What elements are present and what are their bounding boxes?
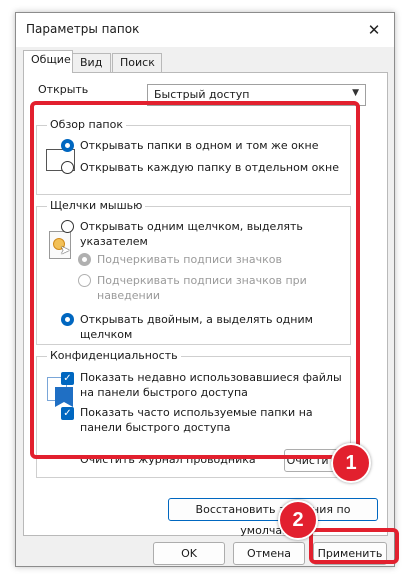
privacy-group: Конфиденциальность ✓ Показать недавно ис… — [36, 349, 351, 478]
option-separate-window[interactable]: Открывать каждую папку в отдельном окне — [61, 160, 342, 175]
ok-button[interactable]: OK — [153, 542, 225, 565]
radio-single-click[interactable] — [61, 220, 74, 233]
option-same-window-label: Открывать папки в одном и том же окне — [80, 139, 319, 152]
restore-defaults-button[interactable]: Восстановить значения по умолчанию — [168, 498, 378, 537]
radio-separate-window[interactable] — [61, 161, 74, 174]
option-recent-files-label: Показать недавно использовавшиеся файлы … — [80, 371, 342, 399]
option-frequent-folders[interactable]: ✓ Показать часто используемые папки на п… — [61, 405, 342, 435]
option-underline-hover[interactable]: Подчеркивать подписи значков при наведен… — [78, 273, 342, 303]
close-button[interactable]: ✕ — [354, 13, 394, 47]
option-underline-always[interactable]: Подчеркивать подписи значков — [78, 252, 342, 267]
option-underline-hover-label: Подчеркивать подписи значков при наведен… — [97, 274, 307, 302]
checkbox-recent-files[interactable]: ✓ — [61, 372, 74, 385]
title-bar: Параметры папок ✕ — [16, 13, 394, 47]
privacy-title: Конфиденциальность — [47, 349, 181, 362]
open-explorer-value: Быстрый доступ — [154, 88, 250, 101]
checkbox-frequent-folders[interactable]: ✓ — [61, 407, 74, 420]
browse-folders-title: Обзор папок — [47, 118, 126, 131]
chevron-down-icon: ▼ — [352, 88, 359, 98]
mouse-clicks-group: Щелчки мышью ➤ Открывать одним щелчком, … — [36, 199, 351, 345]
option-separate-window-label: Открывать каждую папку в отдельном окне — [80, 161, 339, 174]
tab-view[interactable]: Вид — [72, 53, 111, 72]
close-icon: ✕ — [367, 21, 381, 39]
step-badge-2: 2 — [278, 500, 318, 540]
option-recent-files[interactable]: ✓ Показать недавно использовавшиеся файл… — [61, 370, 342, 400]
mouse-clicks-title: Щелчки мышью — [47, 199, 146, 212]
cancel-button[interactable]: Отмена — [233, 542, 305, 565]
tab-general[interactable]: Общие — [23, 50, 73, 73]
radio-underline-always[interactable] — [78, 253, 91, 266]
mouse-click-icon: ➤ — [49, 231, 71, 259]
option-double-click-label: Открывать двойным, а выделять одним щелч… — [80, 313, 313, 341]
open-explorer-select[interactable]: Быстрый доступ ▼ — [147, 84, 366, 106]
option-single-click[interactable]: Открывать одним щелчком, выделять указат… — [61, 219, 342, 249]
browse-folders-group: Обзор папок Открывать папки в одном и то… — [36, 118, 351, 195]
option-single-click-label: Открывать одним щелчком, выделять указат… — [80, 220, 303, 248]
folder-options-dialog: Параметры папок ✕ Общие Вид Поиск Открыт… — [15, 12, 395, 567]
option-underline-always-label: Подчеркивать подписи значков — [97, 253, 282, 266]
clear-history-label: Очистить журнал проводника — [80, 453, 256, 466]
radio-double-click[interactable] — [61, 313, 74, 326]
option-double-click[interactable]: Открывать двойным, а выделять одним щелч… — [61, 312, 342, 342]
option-same-window[interactable]: Открывать папки в одном и том же окне — [61, 138, 342, 153]
step-badge-1: 1 — [331, 443, 371, 483]
radio-underline-hover[interactable] — [78, 274, 91, 287]
radio-same-window[interactable] — [61, 139, 74, 152]
apply-button[interactable]: Применить — [313, 542, 387, 565]
open-explorer-label: Открыть проводник для: — [38, 83, 129, 97]
tab-search[interactable]: Поиск — [112, 53, 162, 72]
window-title: Параметры папок — [26, 22, 140, 36]
option-frequent-folders-label: Показать часто используемые папки на пан… — [80, 406, 313, 434]
